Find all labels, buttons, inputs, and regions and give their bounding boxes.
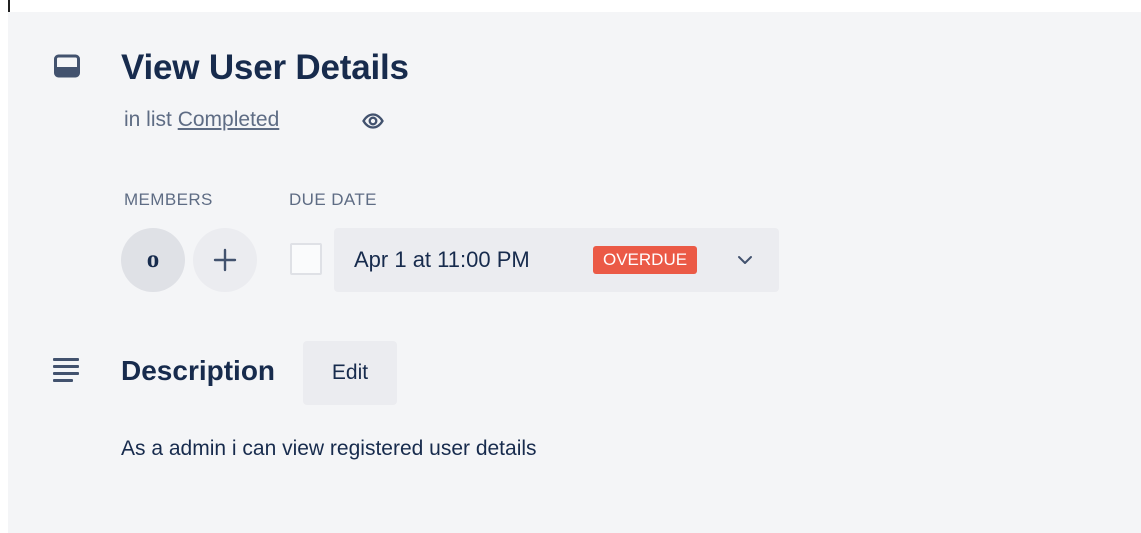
edit-description-button[interactable]: Edit [303,341,397,405]
due-date-value: Apr 1 at 11:00 PM [354,247,530,272]
members-label: MEMBERS [124,190,213,209]
overdue-badge: OVERDUE [593,246,698,274]
due-date-label: DUE DATE [289,190,377,209]
list-prefix: in list [124,108,172,131]
card-icon [53,52,81,80]
due-date-complete-checkbox[interactable] [290,243,322,275]
card-title: View User Details [121,48,409,87]
add-member-button[interactable] [193,228,257,292]
description-lines-icon [51,355,83,385]
description-text[interactable]: As a admin i can view registered user de… [121,434,537,464]
description-heading: Description [121,355,276,386]
member-avatar[interactable]: o [121,228,185,292]
due-date-button[interactable]: Apr 1 at 11:00 PM OVERDUE [334,228,779,292]
list-location: in list Completed [124,106,279,134]
eye-icon[interactable] [361,109,385,133]
member-initial: o [146,246,160,273]
list-link[interactable]: Completed [178,108,280,131]
chevron-down-icon [734,249,756,271]
plus-icon [210,245,240,275]
